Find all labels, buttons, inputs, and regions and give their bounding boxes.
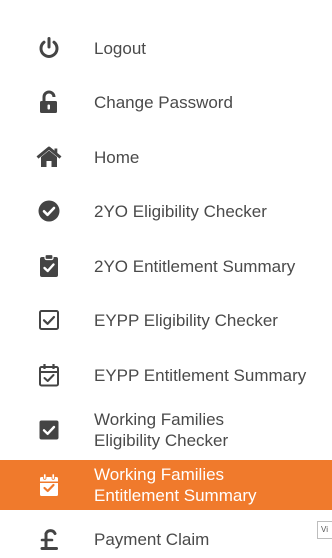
- check-circle-icon: [36, 198, 62, 224]
- check-square-icon: [36, 417, 62, 443]
- menu-item-working-families-entitlement-summary[interactable]: Working Families Entitlement Summary: [0, 460, 332, 510]
- menu-item-change-password[interactable]: Change Password: [0, 84, 332, 120]
- menu-item-2yo-entitlement-summary[interactable]: 2YO Entitlement Summary: [0, 248, 332, 284]
- check-square-outline-icon: [36, 307, 62, 333]
- menu-item-working-families-eligibility-checker[interactable]: Working Families Eligibility Checker: [0, 405, 332, 455]
- menu-item-label: EYPP Entitlement Summary: [94, 365, 307, 385]
- menu-item-eypp-eligibility-checker[interactable]: EYPP Eligibility Checker: [0, 302, 332, 338]
- menu-item-payment-claim[interactable]: Payment Claim: [0, 521, 332, 557]
- view-button-stub[interactable]: Vi: [317, 521, 332, 539]
- menu-item-label: Working Families Entitlement Summary: [94, 465, 257, 505]
- menu-item-label: Logout: [94, 38, 146, 58]
- menu-item-label: 2YO Eligibility Checker: [94, 201, 267, 221]
- side-menu: Logout Change Password Home 2YO Eligibil…: [0, 0, 332, 558]
- pound-icon: [36, 526, 62, 552]
- menu-item-label: 2YO Entitlement Summary: [94, 256, 296, 276]
- menu-item-label: Change Password: [94, 92, 233, 112]
- menu-item-label: Payment Claim: [94, 529, 210, 549]
- menu-item-home[interactable]: Home: [0, 139, 332, 175]
- home-icon: [36, 144, 62, 170]
- menu-item-logout[interactable]: Logout: [0, 30, 332, 66]
- calendar-check-icon: [36, 472, 62, 498]
- clipboard-check-icon: [36, 253, 62, 279]
- calendar-check-outline-icon: [36, 362, 62, 388]
- menu-item-label: EYPP Eligibility Checker: [94, 310, 278, 330]
- menu-item-eypp-entitlement-summary[interactable]: EYPP Entitlement Summary: [0, 357, 332, 393]
- power-icon: [36, 35, 62, 61]
- menu-item-label: Home: [94, 147, 140, 167]
- menu-item-2yo-eligibility-checker[interactable]: 2YO Eligibility Checker: [0, 193, 332, 229]
- unlock-icon: [36, 89, 62, 115]
- menu-item-label: Working Families Eligibility Checker: [94, 410, 229, 450]
